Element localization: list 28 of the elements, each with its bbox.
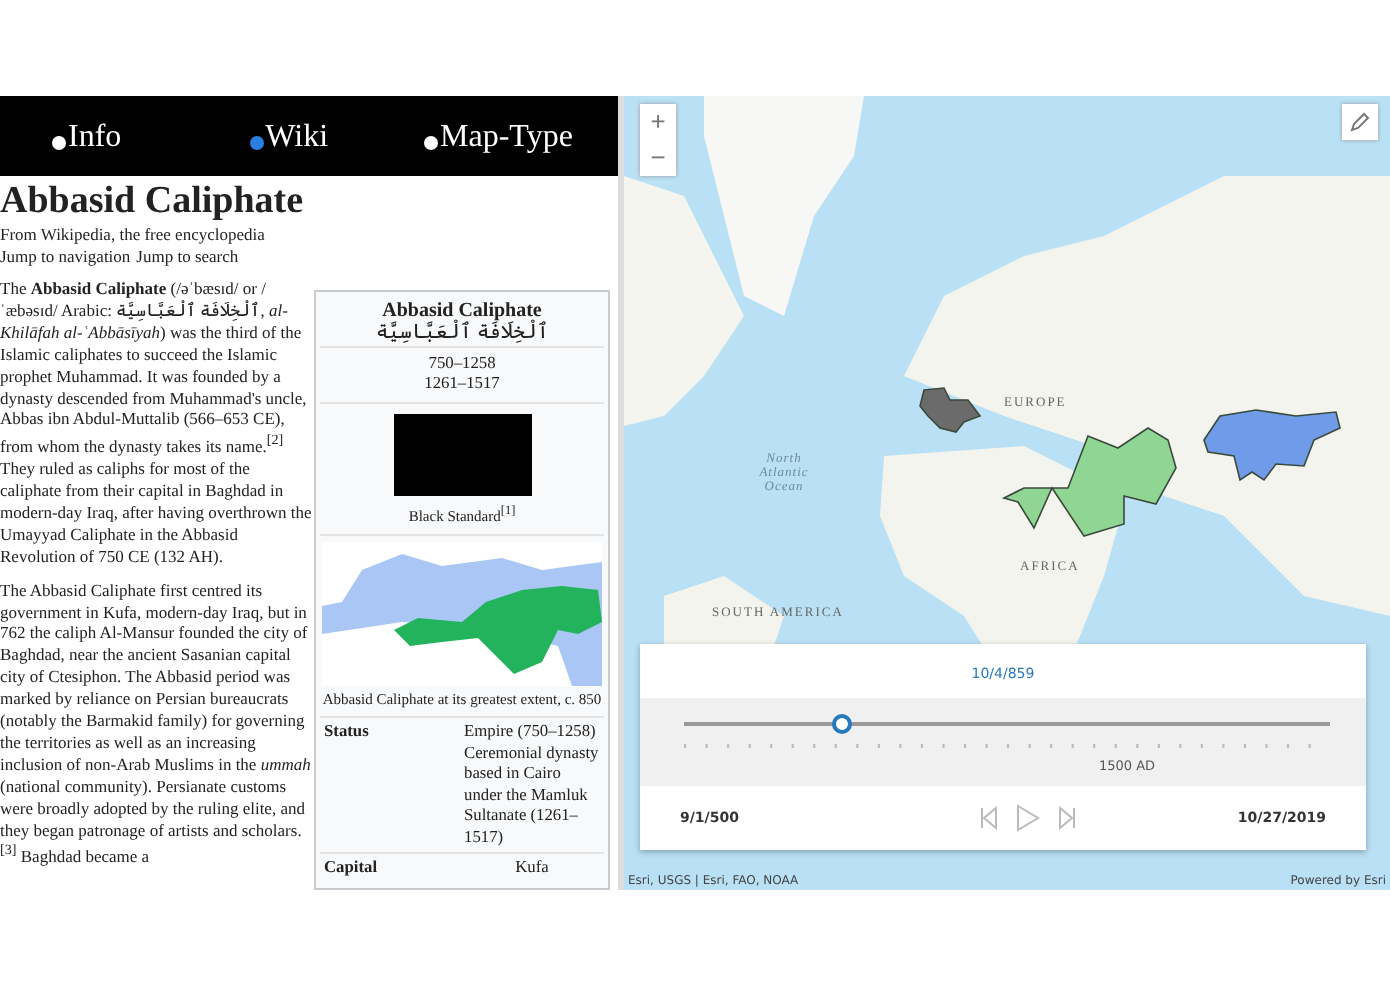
zoom-in-button[interactable]: + — [640, 104, 676, 140]
zoom-out-button[interactable]: − — [640, 140, 676, 176]
region-shape[interactable] — [919, 387, 982, 433]
nav-tab[interactable]: Wiki — [249, 120, 329, 156]
jump-link[interactable]: Jump to search — [136, 245, 239, 265]
infobox-value: Kufa — [513, 858, 551, 879]
nav-tab[interactable]: Map-Type — [424, 120, 573, 156]
article-paragraph: The Abbasid Caliphate first centred its government in Kufa, modern-day Iraq, but in 762 the caliph Al-Mansur founded the city of Baghdad, near the ancient Sasanian capital city of Ctesiphon. The Abbasid period was marked by reliance on Persian bureaucrats (notably the Barmakid family) for governing the territories as well as an increasing inclusion of non-Arab Muslims in the ummah (national community). Persianate customs were broadly adopted by the ruling elite, and they began patronage of artists and scholars.$^{[3]}$ Baghdad became a — [0, 579, 312, 869]
article-title: Abbasid Caliphate — [0, 180, 306, 224]
slider-thumb[interactable] — [831, 714, 852, 734]
infobox-label: Status — [324, 722, 371, 744]
bullet-icon — [249, 136, 264, 150]
nav-tab[interactable]: Info — [52, 120, 122, 156]
bullet-icon — [424, 136, 439, 150]
infobox-title: Abbasid Caliphate — [382, 300, 542, 322]
flag-image — [393, 413, 531, 495]
date-range: 750–1258 — [426, 353, 498, 374]
date-range: 1261–1517 — [422, 374, 502, 395]
pencil-icon — [1348, 110, 1372, 134]
bullet-icon — [52, 136, 66, 150]
infobox-label: Capital — [324, 858, 380, 879]
edit-button[interactable] — [1342, 104, 1378, 140]
jump-link[interactable]: Jump to navigation — [0, 245, 131, 265]
native-name: ٱلْخِلَافَة ٱلْعَبَّاسِيَّة — [373, 324, 551, 345]
region-shape[interactable] — [1001, 427, 1177, 537]
region-shape[interactable] — [1203, 409, 1341, 482]
infobox-value: Empire (750–1258) Ceremonial dynasty based in Cairo under the Mamluk Sultanate (1261–1517) — [464, 722, 600, 848]
tagline: From Wikipedia, the free encyclopedia — [0, 224, 267, 245]
